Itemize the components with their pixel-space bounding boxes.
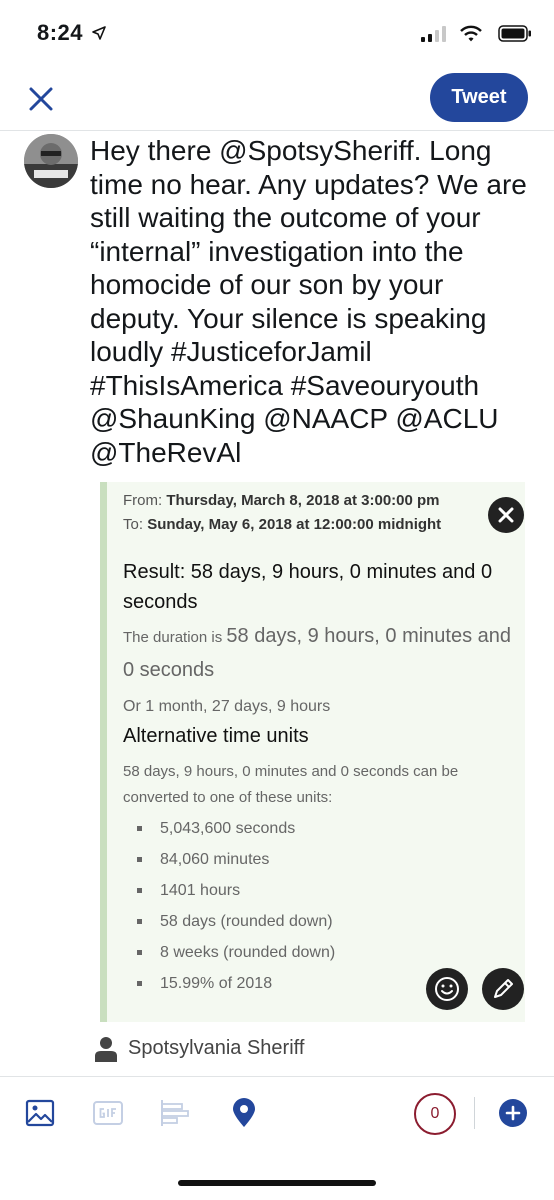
alternate-duration: Or 1 month, 27 days, 9 hours xyxy=(123,698,331,715)
list-item: 15.99% of 2018 xyxy=(123,968,335,999)
gif-icon xyxy=(93,1101,123,1125)
remove-image-button[interactable] xyxy=(488,497,524,533)
units-list: 5,043,600 seconds 84,060 minutes 1401 ho… xyxy=(123,813,335,999)
add-gif-button[interactable] xyxy=(92,1097,124,1129)
alternative-units-heading: Alternative time units xyxy=(123,725,309,747)
list-item: 8 weeks (rounded down) xyxy=(123,937,335,968)
to-label: To: xyxy=(123,516,144,533)
avatar xyxy=(24,134,78,188)
to-value: Sunday, May 6, 2018 at 12:00:00 midnight xyxy=(147,516,442,533)
result-text: Result: 58 days, 9 hours, 0 minutes and … xyxy=(123,561,493,613)
home-indicator[interactable] xyxy=(178,1180,376,1186)
attached-image: From: Thursday, March 8, 2018 at 3:00:00… xyxy=(100,482,525,1022)
toolbar-divider xyxy=(474,1097,475,1129)
conversion-text: 58 days, 9 hours, 0 minutes and 0 second… xyxy=(123,763,459,806)
image-icon xyxy=(25,1099,55,1127)
battery-icon xyxy=(498,25,531,42)
from-line: From: Thursday, March 8, 2018 at 3:00:00… xyxy=(123,492,440,509)
tweet-text[interactable]: Hey there @SpotsySheriff. Long time no h… xyxy=(90,134,530,469)
from-value: Thursday, March 8, 2018 at 3:00:00 pm xyxy=(166,492,440,509)
remove-icon xyxy=(498,507,514,523)
location-pin-icon xyxy=(233,1098,255,1127)
list-item: 1401 hours xyxy=(123,875,335,906)
duration-text: The duration is 58 days, 9 hours, 0 minu… xyxy=(123,620,513,688)
duration-prefix: The duration is xyxy=(123,629,223,646)
wifi-icon xyxy=(460,25,482,42)
poll-icon xyxy=(161,1100,189,1126)
list-item: 84,060 minutes xyxy=(123,844,335,875)
cellular-signal-icon xyxy=(421,26,446,42)
close-icon xyxy=(29,87,53,111)
add-poll-button[interactable] xyxy=(158,1097,190,1129)
compose-header: Tweet xyxy=(0,70,554,131)
person-icon xyxy=(95,1037,117,1062)
add-location-button[interactable] xyxy=(228,1097,260,1129)
character-counter: 0 xyxy=(414,1093,456,1135)
add-tweet-button[interactable] xyxy=(499,1099,527,1127)
compose-toolbar: 0 xyxy=(0,1076,554,1149)
to-line: To: Sunday, May 6, 2018 at 12:00:00 midn… xyxy=(123,516,441,533)
list-item: 5,043,600 seconds xyxy=(123,813,335,844)
add-image-button[interactable] xyxy=(24,1097,56,1129)
close-button[interactable] xyxy=(24,82,58,116)
location-label: Spotsylvania Sheriff xyxy=(128,1037,305,1059)
plus-icon xyxy=(505,1105,521,1121)
emoji-icon xyxy=(435,977,459,1001)
from-label: From: xyxy=(123,492,163,509)
location-arrow-icon xyxy=(92,26,106,40)
status-time: 8:24 xyxy=(37,20,84,45)
pencil-icon xyxy=(494,979,513,998)
edit-image-button[interactable] xyxy=(482,968,524,1010)
emoji-button[interactable] xyxy=(426,968,468,1010)
status-bar: 8:24 xyxy=(0,0,554,70)
tweet-button[interactable]: Tweet xyxy=(430,73,528,122)
list-item: 58 days (rounded down) xyxy=(123,906,335,937)
